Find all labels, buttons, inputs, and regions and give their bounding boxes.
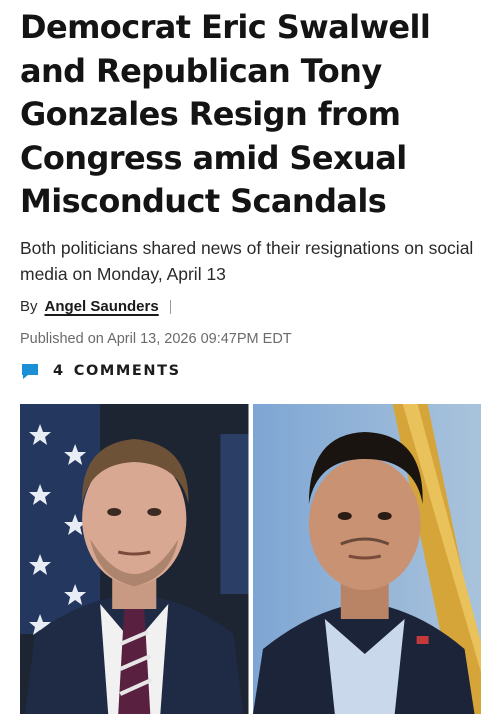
article-dek: Both politicians shared news of their re… <box>20 237 474 284</box>
article-headline: Democrat Eric Swalwell and Republican To… <box>20 8 431 220</box>
comments-label: COMMENTS <box>73 362 181 379</box>
author-link[interactable]: Angel Saunders <box>45 298 159 315</box>
byline-prefix: By <box>20 298 38 315</box>
byline: By Angel Saunders <box>20 296 485 318</box>
comments-link[interactable]: 4 COMMENTS <box>20 361 485 381</box>
published-date: Published on April 13, 2026 09:47PM EDT <box>20 330 292 347</box>
article-hero-image <box>20 404 481 714</box>
comments-count: 4 <box>53 362 65 379</box>
article-header: Democrat Eric Swalwell and Republican To… <box>20 0 485 381</box>
photo-left <box>20 404 249 714</box>
comment-bubble-icon <box>22 363 38 379</box>
photo-right <box>252 404 481 714</box>
byline-divider <box>169 299 171 314</box>
